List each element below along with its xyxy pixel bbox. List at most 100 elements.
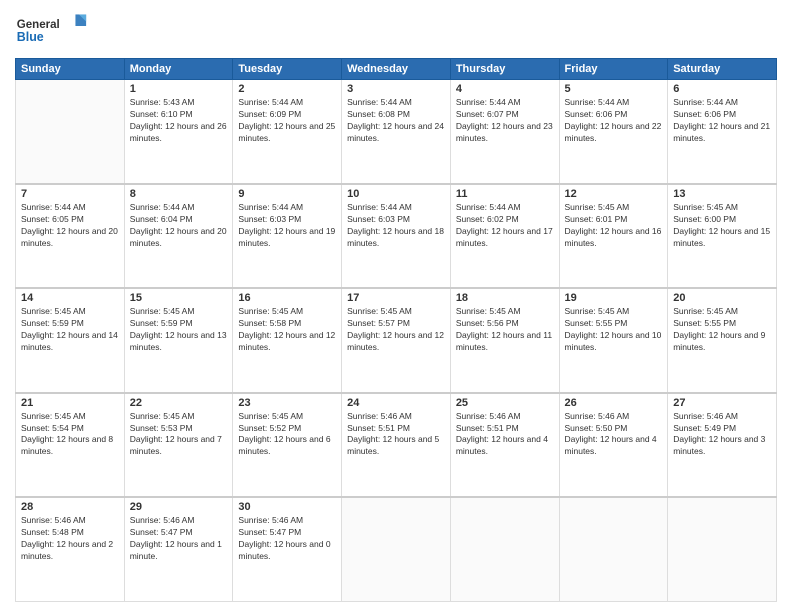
cell-info: Sunrise: 5:44 AMSunset: 6:05 PMDaylight:…: [21, 202, 119, 250]
cell-info: Sunrise: 5:44 AMSunset: 6:08 PMDaylight:…: [347, 97, 445, 145]
calendar-cell: 5 Sunrise: 5:44 AMSunset: 6:06 PMDaylight…: [559, 80, 668, 184]
weekday-header-friday: Friday: [559, 59, 668, 80]
day-number: 12: [565, 188, 663, 200]
cell-info: Sunrise: 5:44 AMSunset: 6:09 PMDaylight:…: [238, 97, 336, 145]
cell-info: Sunrise: 5:45 AMSunset: 5:59 PMDaylight:…: [21, 306, 119, 354]
calendar-cell: 8 Sunrise: 5:44 AMSunset: 6:04 PMDaylight…: [124, 184, 233, 288]
cell-info: Sunrise: 5:44 AMSunset: 6:03 PMDaylight:…: [238, 202, 336, 250]
day-number: 30: [238, 501, 336, 513]
cell-info: Sunrise: 5:44 AMSunset: 6:03 PMDaylight:…: [347, 202, 445, 250]
calendar-cell: 24 Sunrise: 5:46 AMSunset: 5:51 PMDayligh…: [342, 393, 451, 497]
svg-text:General: General: [17, 19, 60, 31]
calendar-cell: 19 Sunrise: 5:45 AMSunset: 5:55 PMDayligh…: [559, 288, 668, 392]
week-row-2: 14 Sunrise: 5:45 AMSunset: 5:59 PMDayligh…: [16, 288, 777, 392]
day-number: 8: [130, 188, 228, 200]
calendar-cell: 6 Sunrise: 5:44 AMSunset: 6:06 PMDaylight…: [668, 80, 777, 184]
day-number: 1: [130, 83, 228, 95]
weekday-header-saturday: Saturday: [668, 59, 777, 80]
cell-info: Sunrise: 5:43 AMSunset: 6:10 PMDaylight:…: [130, 97, 228, 145]
day-number: 20: [673, 292, 771, 304]
calendar-cell: 13Sunrise: 5:45 AMSunset: 6:00 PMDayligh…: [668, 184, 777, 288]
logo-area: General Blue: [15, 10, 95, 50]
day-number: 21: [21, 397, 119, 409]
svg-text:Blue: Blue: [17, 30, 44, 44]
cell-info: Sunrise: 5:45 AMSunset: 5:58 PMDaylight:…: [238, 306, 336, 354]
day-number: 28: [21, 501, 119, 513]
cell-info: Sunrise: 5:45 AMSunset: 5:54 PMDaylight:…: [21, 411, 119, 459]
weekday-header-row: SundayMondayTuesdayWednesdayThursdayFrid…: [16, 59, 777, 80]
day-number: 17: [347, 292, 445, 304]
calendar-cell: 14 Sunrise: 5:45 AMSunset: 5:59 PMDayligh…: [16, 288, 125, 392]
cell-info: Sunrise: 5:45 AMSunset: 5:56 PMDaylight:…: [456, 306, 554, 354]
cell-info: Sunrise: 5:45 AMSunset: 5:55 PMDaylight:…: [565, 306, 663, 354]
calendar-cell: 4 Sunrise: 5:44 AMSunset: 6:07 PMDaylight…: [450, 80, 559, 184]
calendar-cell: 29 Sunrise: 5:46 AMSunset: 5:47 PMDayligh…: [124, 497, 233, 601]
cell-info: Sunrise: 5:46 AMSunset: 5:49 PMDaylight:…: [673, 411, 771, 459]
day-number: 27: [673, 397, 771, 409]
cell-info: Sunrise: 5:45 AMSunset: 6:01 PMDaylight:…: [565, 202, 663, 250]
day-number: 29: [130, 501, 228, 513]
cell-info: Sunrise: 5:44 AMSunset: 6:07 PMDaylight:…: [456, 97, 554, 145]
cell-info: Sunrise: 5:45 AMSunset: 5:53 PMDaylight:…: [130, 411, 228, 459]
day-number: 26: [565, 397, 663, 409]
cell-info: Sunrise: 5:44 AMSunset: 6:04 PMDaylight:…: [130, 202, 228, 250]
day-number: 10: [347, 188, 445, 200]
day-number: 2: [238, 83, 336, 95]
day-number: 16: [238, 292, 336, 304]
calendar-cell: [16, 80, 125, 184]
calendar-cell: 26Sunrise: 5:46 AMSunset: 5:50 PMDayligh…: [559, 393, 668, 497]
cell-info: Sunrise: 5:46 AMSunset: 5:48 PMDaylight:…: [21, 515, 119, 563]
calendar-cell: 17 Sunrise: 5:45 AMSunset: 5:57 PMDayligh…: [342, 288, 451, 392]
week-row-4: 28 Sunrise: 5:46 AMSunset: 5:48 PMDayligh…: [16, 497, 777, 601]
calendar-cell: [559, 497, 668, 601]
page: General Blue SundayMondayTuesdayWednesda…: [0, 0, 792, 612]
week-row-3: 21 Sunrise: 5:45 AMSunset: 5:54 PMDayligh…: [16, 393, 777, 497]
calendar-cell: 12 Sunrise: 5:45 AMSunset: 6:01 PMDayligh…: [559, 184, 668, 288]
calendar-cell: 18Sunrise: 5:45 AMSunset: 5:56 PMDayligh…: [450, 288, 559, 392]
cell-info: Sunrise: 5:44 AMSunset: 6:02 PMDaylight:…: [456, 202, 554, 250]
day-number: 5: [565, 83, 663, 95]
day-number: 15: [130, 292, 228, 304]
calendar-table: SundayMondayTuesdayWednesdayThursdayFrid…: [15, 58, 777, 602]
calendar-cell: 27 Sunrise: 5:46 AMSunset: 5:49 PMDayligh…: [668, 393, 777, 497]
weekday-header-sunday: Sunday: [16, 59, 125, 80]
calendar-cell: 30Sunrise: 5:46 AMSunset: 5:47 PMDayligh…: [233, 497, 342, 601]
calendar-cell: 21 Sunrise: 5:45 AMSunset: 5:54 PMDayligh…: [16, 393, 125, 497]
cell-info: Sunrise: 5:45 AMSunset: 5:55 PMDaylight:…: [673, 306, 771, 354]
day-number: 3: [347, 83, 445, 95]
cell-info: Sunrise: 5:45 AMSunset: 5:57 PMDaylight:…: [347, 306, 445, 354]
calendar-cell: 25Sunrise: 5:46 AMSunset: 5:51 PMDayligh…: [450, 393, 559, 497]
cell-info: Sunrise: 5:44 AMSunset: 6:06 PMDaylight:…: [673, 97, 771, 145]
week-row-1: 7 Sunrise: 5:44 AMSunset: 6:05 PMDaylight…: [16, 184, 777, 288]
day-number: 14: [21, 292, 119, 304]
day-number: 23: [238, 397, 336, 409]
weekday-header-wednesday: Wednesday: [342, 59, 451, 80]
day-number: 19: [565, 292, 663, 304]
calendar-cell: [668, 497, 777, 601]
calendar-cell: 11 Sunrise: 5:44 AMSunset: 6:02 PMDayligh…: [450, 184, 559, 288]
calendar-cell: 28 Sunrise: 5:46 AMSunset: 5:48 PMDayligh…: [16, 497, 125, 601]
calendar-cell: 23 Sunrise: 5:45 AMSunset: 5:52 PMDayligh…: [233, 393, 342, 497]
logo-svg: General Blue: [15, 10, 95, 50]
cell-info: Sunrise: 5:44 AMSunset: 6:06 PMDaylight:…: [565, 97, 663, 145]
cell-info: Sunrise: 5:45 AMSunset: 5:52 PMDaylight:…: [238, 411, 336, 459]
calendar-cell: 9Sunrise: 5:44 AMSunset: 6:03 PMDaylight…: [233, 184, 342, 288]
day-number: 22: [130, 397, 228, 409]
calendar-cell: [342, 497, 451, 601]
week-row-0: 1 Sunrise: 5:43 AMSunset: 6:10 PMDaylight…: [16, 80, 777, 184]
day-number: 6: [673, 83, 771, 95]
weekday-header-tuesday: Tuesday: [233, 59, 342, 80]
day-number: 7: [21, 188, 119, 200]
calendar-cell: 7 Sunrise: 5:44 AMSunset: 6:05 PMDaylight…: [16, 184, 125, 288]
day-number: 4: [456, 83, 554, 95]
cell-info: Sunrise: 5:46 AMSunset: 5:47 PMDaylight:…: [130, 515, 228, 563]
weekday-header-monday: Monday: [124, 59, 233, 80]
cell-info: Sunrise: 5:45 AMSunset: 6:00 PMDaylight:…: [673, 202, 771, 250]
cell-info: Sunrise: 5:45 AMSunset: 5:59 PMDaylight:…: [130, 306, 228, 354]
calendar-cell: 2 Sunrise: 5:44 AMSunset: 6:09 PMDaylight…: [233, 80, 342, 184]
calendar-cell: 15 Sunrise: 5:45 AMSunset: 5:59 PMDayligh…: [124, 288, 233, 392]
day-number: 11: [456, 188, 554, 200]
cell-info: Sunrise: 5:46 AMSunset: 5:51 PMDaylight:…: [347, 411, 445, 459]
day-number: 24: [347, 397, 445, 409]
day-number: 25: [456, 397, 554, 409]
